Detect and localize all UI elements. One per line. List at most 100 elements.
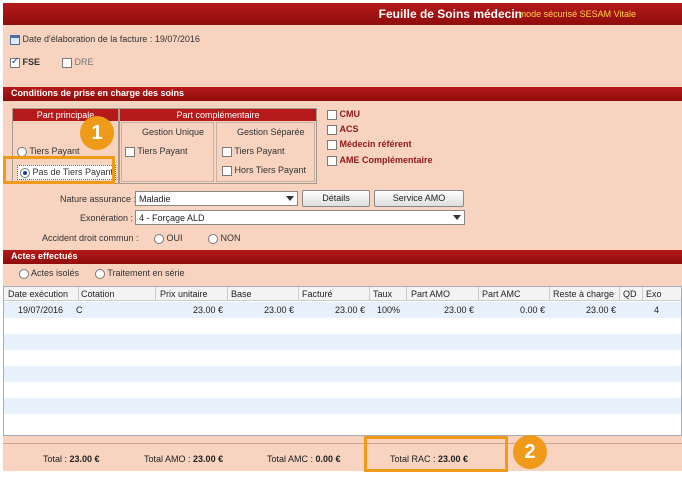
col-date[interactable]: Date exécution (8, 289, 68, 299)
total-amo: Total AMO : 23.00 € (144, 454, 223, 464)
highlight-box-2 (364, 436, 508, 472)
gs-hors-tiers-payant-checkbox[interactable] (222, 165, 232, 176)
cell-amc: 0.00 € (519, 305, 545, 315)
medecin-referent-label: Médecin référent (339, 139, 412, 149)
gs-tiers-payant-row[interactable]: Tiers Payant (222, 146, 285, 157)
actes-section-header: Actes effectués (3, 250, 682, 264)
chevron-down-icon (286, 196, 294, 201)
gestion-unique-label: Gestion Unique (142, 127, 205, 137)
medecin-referent-checkbox[interactable] (327, 139, 337, 150)
window-subtitle: mode sécurisé SESAM Vitale (518, 9, 636, 19)
cmu-row[interactable]: CMU (327, 109, 360, 120)
col-prix[interactable]: Prix unitaire (160, 289, 208, 299)
total-label: Total : (43, 454, 68, 464)
accident-oui-radio[interactable] (154, 233, 164, 244)
actes-isoles-row[interactable]: Actes isolés (19, 268, 79, 279)
details-button[interactable]: Détails (302, 190, 370, 207)
invoice-date-label: Date d'élaboration de la facture : 19/07… (22, 34, 200, 44)
cell-taux: 100% (377, 305, 401, 315)
step-badge-2: 2 (513, 435, 547, 469)
nature-assurance-select[interactable]: Maladie (135, 191, 298, 206)
col-qd[interactable]: QD (623, 289, 637, 299)
accident-non-label: NON (220, 233, 241, 243)
cell-exo: 4 (654, 305, 660, 315)
actes-isoles-radio[interactable] (19, 268, 29, 279)
accident-oui-label: OUI (166, 233, 183, 243)
cell-prix: 23.00 € (192, 305, 223, 315)
total: Total : 23.00 € (43, 454, 100, 464)
cmu-label: CMU (339, 109, 361, 119)
gs-tiers-payant-label: Tiers Payant (234, 146, 285, 156)
col-cotation[interactable]: Cotation (81, 289, 115, 299)
dre-checkbox-row[interactable]: DRE (62, 57, 94, 68)
dre-checkbox[interactable] (62, 57, 72, 68)
service-amo-button[interactable]: Service AMO (374, 190, 464, 207)
total-amo-label: Total AMO : (144, 454, 191, 464)
cell-facture: 23.00 € (334, 305, 365, 315)
step-badge-1: 1 (80, 116, 114, 150)
fse-checkbox[interactable] (10, 56, 20, 68)
traitement-serie-radio[interactable] (95, 268, 105, 279)
acs-checkbox[interactable] (327, 124, 337, 135)
ame-checkbox[interactable] (327, 155, 337, 166)
fse-label: FSE (22, 57, 41, 67)
window-title: Feuille de Soins médecin (378, 7, 522, 21)
exoneration-select[interactable]: 4 - Forçage ALD (135, 210, 465, 225)
chevron-down-icon (453, 215, 461, 220)
ame-row[interactable]: AME Complémentaire (327, 155, 433, 166)
medecin-referent-row[interactable]: Médecin référent (327, 139, 412, 150)
invoice-date-row: Date d'élaboration de la facture : 19/07… (10, 34, 200, 45)
gestion-separee-label: Gestion Séparée (237, 127, 305, 137)
cell-cotation: C (76, 305, 83, 315)
highlight-box-1 (3, 156, 115, 184)
accident-non-row[interactable]: NON (208, 233, 241, 244)
table-row[interactable]: 19/07/2016 C 23.00 € 23.00 € 23.00 € 100… (4, 302, 681, 318)
acs-row[interactable]: ACS (327, 124, 359, 135)
total-amc-label: Total AMC : (267, 454, 314, 464)
acs-label: ACS (339, 124, 359, 134)
gs-hors-tiers-payant-row[interactable]: Hors Tiers Payant (222, 165, 306, 176)
cell-rac: 23.00 € (585, 305, 616, 315)
total-amc: Total AMC : 0.00 € (267, 454, 341, 464)
traitement-serie-label: Traitement en série (107, 268, 185, 278)
col-taux[interactable]: Taux (373, 289, 392, 299)
col-amc[interactable]: Part AMC (482, 289, 521, 299)
exoneration-value: 4 - Forçage ALD (139, 213, 205, 223)
accident-non-radio[interactable] (208, 233, 218, 244)
gs-tiers-payant-checkbox[interactable] (222, 146, 232, 157)
total-amo-value: 23.00 € (193, 454, 224, 464)
conditions-section-header: Conditions de prise en charge des soins (3, 87, 682, 101)
col-amo[interactable]: Part AMO (411, 289, 450, 299)
actes-isoles-label: Actes isolés (31, 268, 80, 278)
col-facture[interactable]: Facturé (302, 289, 333, 299)
calendar-icon (10, 34, 20, 45)
cell-amo: 23.00 € (443, 305, 474, 315)
tiers-payant-label: Tiers Payant (29, 146, 80, 156)
nature-assurance-label: Nature assurance : (60, 194, 137, 204)
cell-date: 19/07/2016 (18, 305, 64, 315)
cmu-checkbox[interactable] (327, 109, 337, 120)
col-exo[interactable]: Exo (646, 289, 662, 299)
table-header: Date exécution Cotation Prix unitaire Ba… (4, 287, 681, 301)
nature-assurance-value: Maladie (139, 194, 171, 204)
gu-tiers-payant-checkbox[interactable] (125, 146, 135, 157)
fse-checkbox-row[interactable]: FSE (10, 56, 41, 68)
part-complementaire-title: Part complémentaire (120, 109, 316, 121)
ame-label: AME Complémentaire (339, 155, 433, 165)
title-bar: Feuille de Soins médecin mode sécurisé S… (3, 3, 682, 25)
col-base[interactable]: Base (231, 289, 252, 299)
dre-label: DRE (74, 57, 94, 67)
gu-tiers-payant-label: Tiers Payant (137, 146, 188, 156)
traitement-serie-row[interactable]: Traitement en série (95, 268, 185, 279)
actes-table: Date exécution Cotation Prix unitaire Ba… (3, 286, 682, 436)
exoneration-label: Exonération : (80, 213, 134, 223)
cell-base: 23.00 € (263, 305, 294, 315)
gs-hors-tiers-payant-label: Hors Tiers Payant (234, 165, 307, 175)
totals-bar: Total : 23.00 € Total AMO : 23.00 € Tota… (3, 443, 682, 471)
accident-oui-row[interactable]: OUI (154, 233, 183, 244)
accident-label: Accident droit commun : (42, 233, 139, 243)
total-amc-value: 0.00 € (315, 454, 341, 464)
total-value: 23.00 € (69, 454, 100, 464)
col-rac[interactable]: Reste à charge (553, 289, 614, 299)
gu-tiers-payant-row[interactable]: Tiers Payant (125, 146, 188, 157)
